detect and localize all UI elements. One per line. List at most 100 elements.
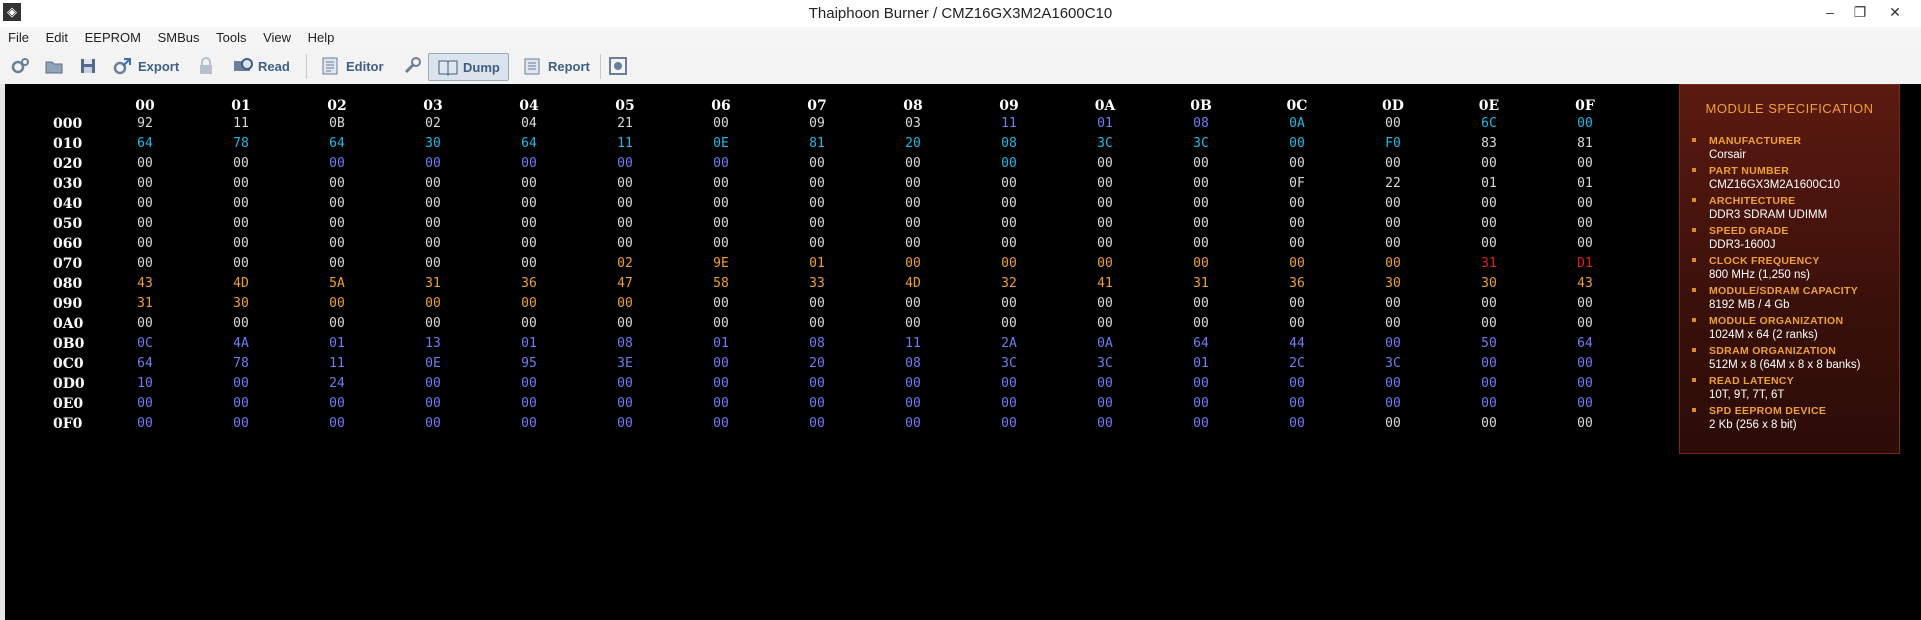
hex-byte[interactable]: 00 [1277,136,1317,151]
hex-byte[interactable]: 00 [797,416,837,431]
hex-byte[interactable]: 3E [605,356,645,371]
hex-byte[interactable]: 00 [701,396,741,411]
hex-byte[interactable]: 00 [1277,216,1317,231]
hex-byte[interactable]: 00 [1373,216,1413,231]
hex-byte[interactable]: 0E [413,356,453,371]
hex-byte[interactable]: 00 [1469,416,1509,431]
open-button[interactable] [44,53,70,79]
hex-byte[interactable]: 30 [1373,276,1413,291]
hex-byte[interactable]: 00 [1277,316,1317,331]
hex-byte[interactable]: 00 [989,416,1029,431]
hex-byte[interactable]: 00 [221,176,261,191]
tools-button[interactable] [402,53,428,79]
hex-byte[interactable]: 00 [509,376,549,391]
hex-byte[interactable]: 00 [1373,396,1413,411]
menu-tools[interactable]: Tools [211,27,251,49]
hex-byte[interactable]: 43 [1565,276,1605,291]
hex-byte[interactable]: 01 [701,336,741,351]
hex-byte[interactable]: 43 [125,276,165,291]
hex-byte[interactable]: 00 [317,296,357,311]
hex-byte[interactable]: 64 [317,136,357,151]
hex-byte[interactable]: 00 [1181,236,1221,251]
hex-byte[interactable]: 00 [413,256,453,271]
hex-byte[interactable]: 0B [317,116,357,131]
hex-byte[interactable]: 00 [509,156,549,171]
hex-byte[interactable]: 3C [989,356,1029,371]
hex-byte[interactable]: 00 [1277,376,1317,391]
hex-byte[interactable]: 00 [701,236,741,251]
hex-byte[interactable]: 11 [221,116,261,131]
hex-byte[interactable]: 00 [1181,256,1221,271]
minimize-button[interactable]: – [1815,2,1845,24]
hex-byte[interactable]: 00 [989,156,1029,171]
hex-byte[interactable]: 00 [317,176,357,191]
hex-byte[interactable]: 0A [1085,336,1125,351]
hex-byte[interactable]: 31 [1181,276,1221,291]
hex-byte[interactable]: 20 [893,136,933,151]
hex-byte[interactable]: 10 [125,376,165,391]
hex-byte[interactable]: 00 [1373,296,1413,311]
hex-byte[interactable]: 3C [1181,136,1221,151]
hex-byte[interactable]: 00 [893,416,933,431]
hex-byte[interactable]: 00 [125,256,165,271]
hex-byte[interactable]: 00 [1085,316,1125,331]
hex-byte[interactable]: 01 [1469,176,1509,191]
hex-byte[interactable]: 00 [413,196,453,211]
hex-byte[interactable]: 00 [1277,236,1317,251]
hex-byte[interactable]: 00 [989,216,1029,231]
hex-byte[interactable]: 00 [797,216,837,231]
hex-byte[interactable]: 00 [1469,236,1509,251]
hex-byte[interactable]: 00 [1565,196,1605,211]
hex-byte[interactable]: 50 [1469,336,1509,351]
hex-byte[interactable]: 00 [1181,396,1221,411]
hex-byte[interactable]: 00 [1085,196,1125,211]
hex-byte[interactable]: 0F [1277,176,1317,191]
hex-byte[interactable]: 00 [893,296,933,311]
hex-byte[interactable]: 2C [1277,356,1317,371]
hex-byte[interactable]: 08 [1181,116,1221,131]
hex-byte[interactable]: 00 [1085,216,1125,231]
hex-byte[interactable]: 00 [605,196,645,211]
hex-byte[interactable]: 00 [797,176,837,191]
hex-byte[interactable]: 00 [989,296,1029,311]
hex-byte[interactable]: 00 [989,256,1029,271]
hex-byte[interactable]: 00 [797,236,837,251]
hex-byte[interactable]: 00 [797,376,837,391]
hex-byte[interactable]: 00 [893,376,933,391]
hex-byte[interactable]: 00 [413,316,453,331]
menu-file[interactable]: File [3,27,34,49]
hex-byte[interactable]: 64 [125,136,165,151]
hex-byte[interactable]: 00 [605,416,645,431]
hex-byte[interactable]: 00 [317,416,357,431]
hex-byte[interactable]: 00 [1373,236,1413,251]
hex-byte[interactable]: 00 [1469,216,1509,231]
hex-byte[interactable]: 00 [1373,196,1413,211]
hex-byte[interactable]: 00 [989,196,1029,211]
hex-byte[interactable]: 00 [1469,376,1509,391]
hex-byte[interactable]: 08 [989,136,1029,151]
hex-byte[interactable]: 00 [1277,156,1317,171]
hex-byte[interactable]: 92 [125,116,165,131]
hex-byte[interactable]: 00 [125,416,165,431]
hex-byte[interactable]: 00 [221,236,261,251]
hex-byte[interactable]: 00 [1181,316,1221,331]
hex-byte[interactable]: 00 [1469,396,1509,411]
hex-byte[interactable]: 64 [1565,336,1605,351]
hex-byte[interactable]: 00 [413,236,453,251]
hex-byte[interactable]: 21 [605,116,645,131]
hex-byte[interactable]: 00 [509,216,549,231]
screenshot-button[interactable] [608,53,634,79]
hex-byte[interactable]: 30 [1469,276,1509,291]
hex-byte[interactable]: 00 [1565,376,1605,391]
hex-byte[interactable]: 00 [509,256,549,271]
hex-byte[interactable]: 00 [1085,156,1125,171]
save-button[interactable] [78,53,104,79]
hex-byte[interactable]: 01 [1565,176,1605,191]
hex-byte[interactable]: 00 [989,236,1029,251]
hex-byte[interactable]: 00 [1181,156,1221,171]
hex-byte[interactable]: 33 [797,276,837,291]
hex-byte[interactable]: 00 [893,316,933,331]
hex-byte[interactable]: 00 [1373,256,1413,271]
hex-byte[interactable]: 00 [1085,296,1125,311]
hex-byte[interactable]: 00 [125,156,165,171]
